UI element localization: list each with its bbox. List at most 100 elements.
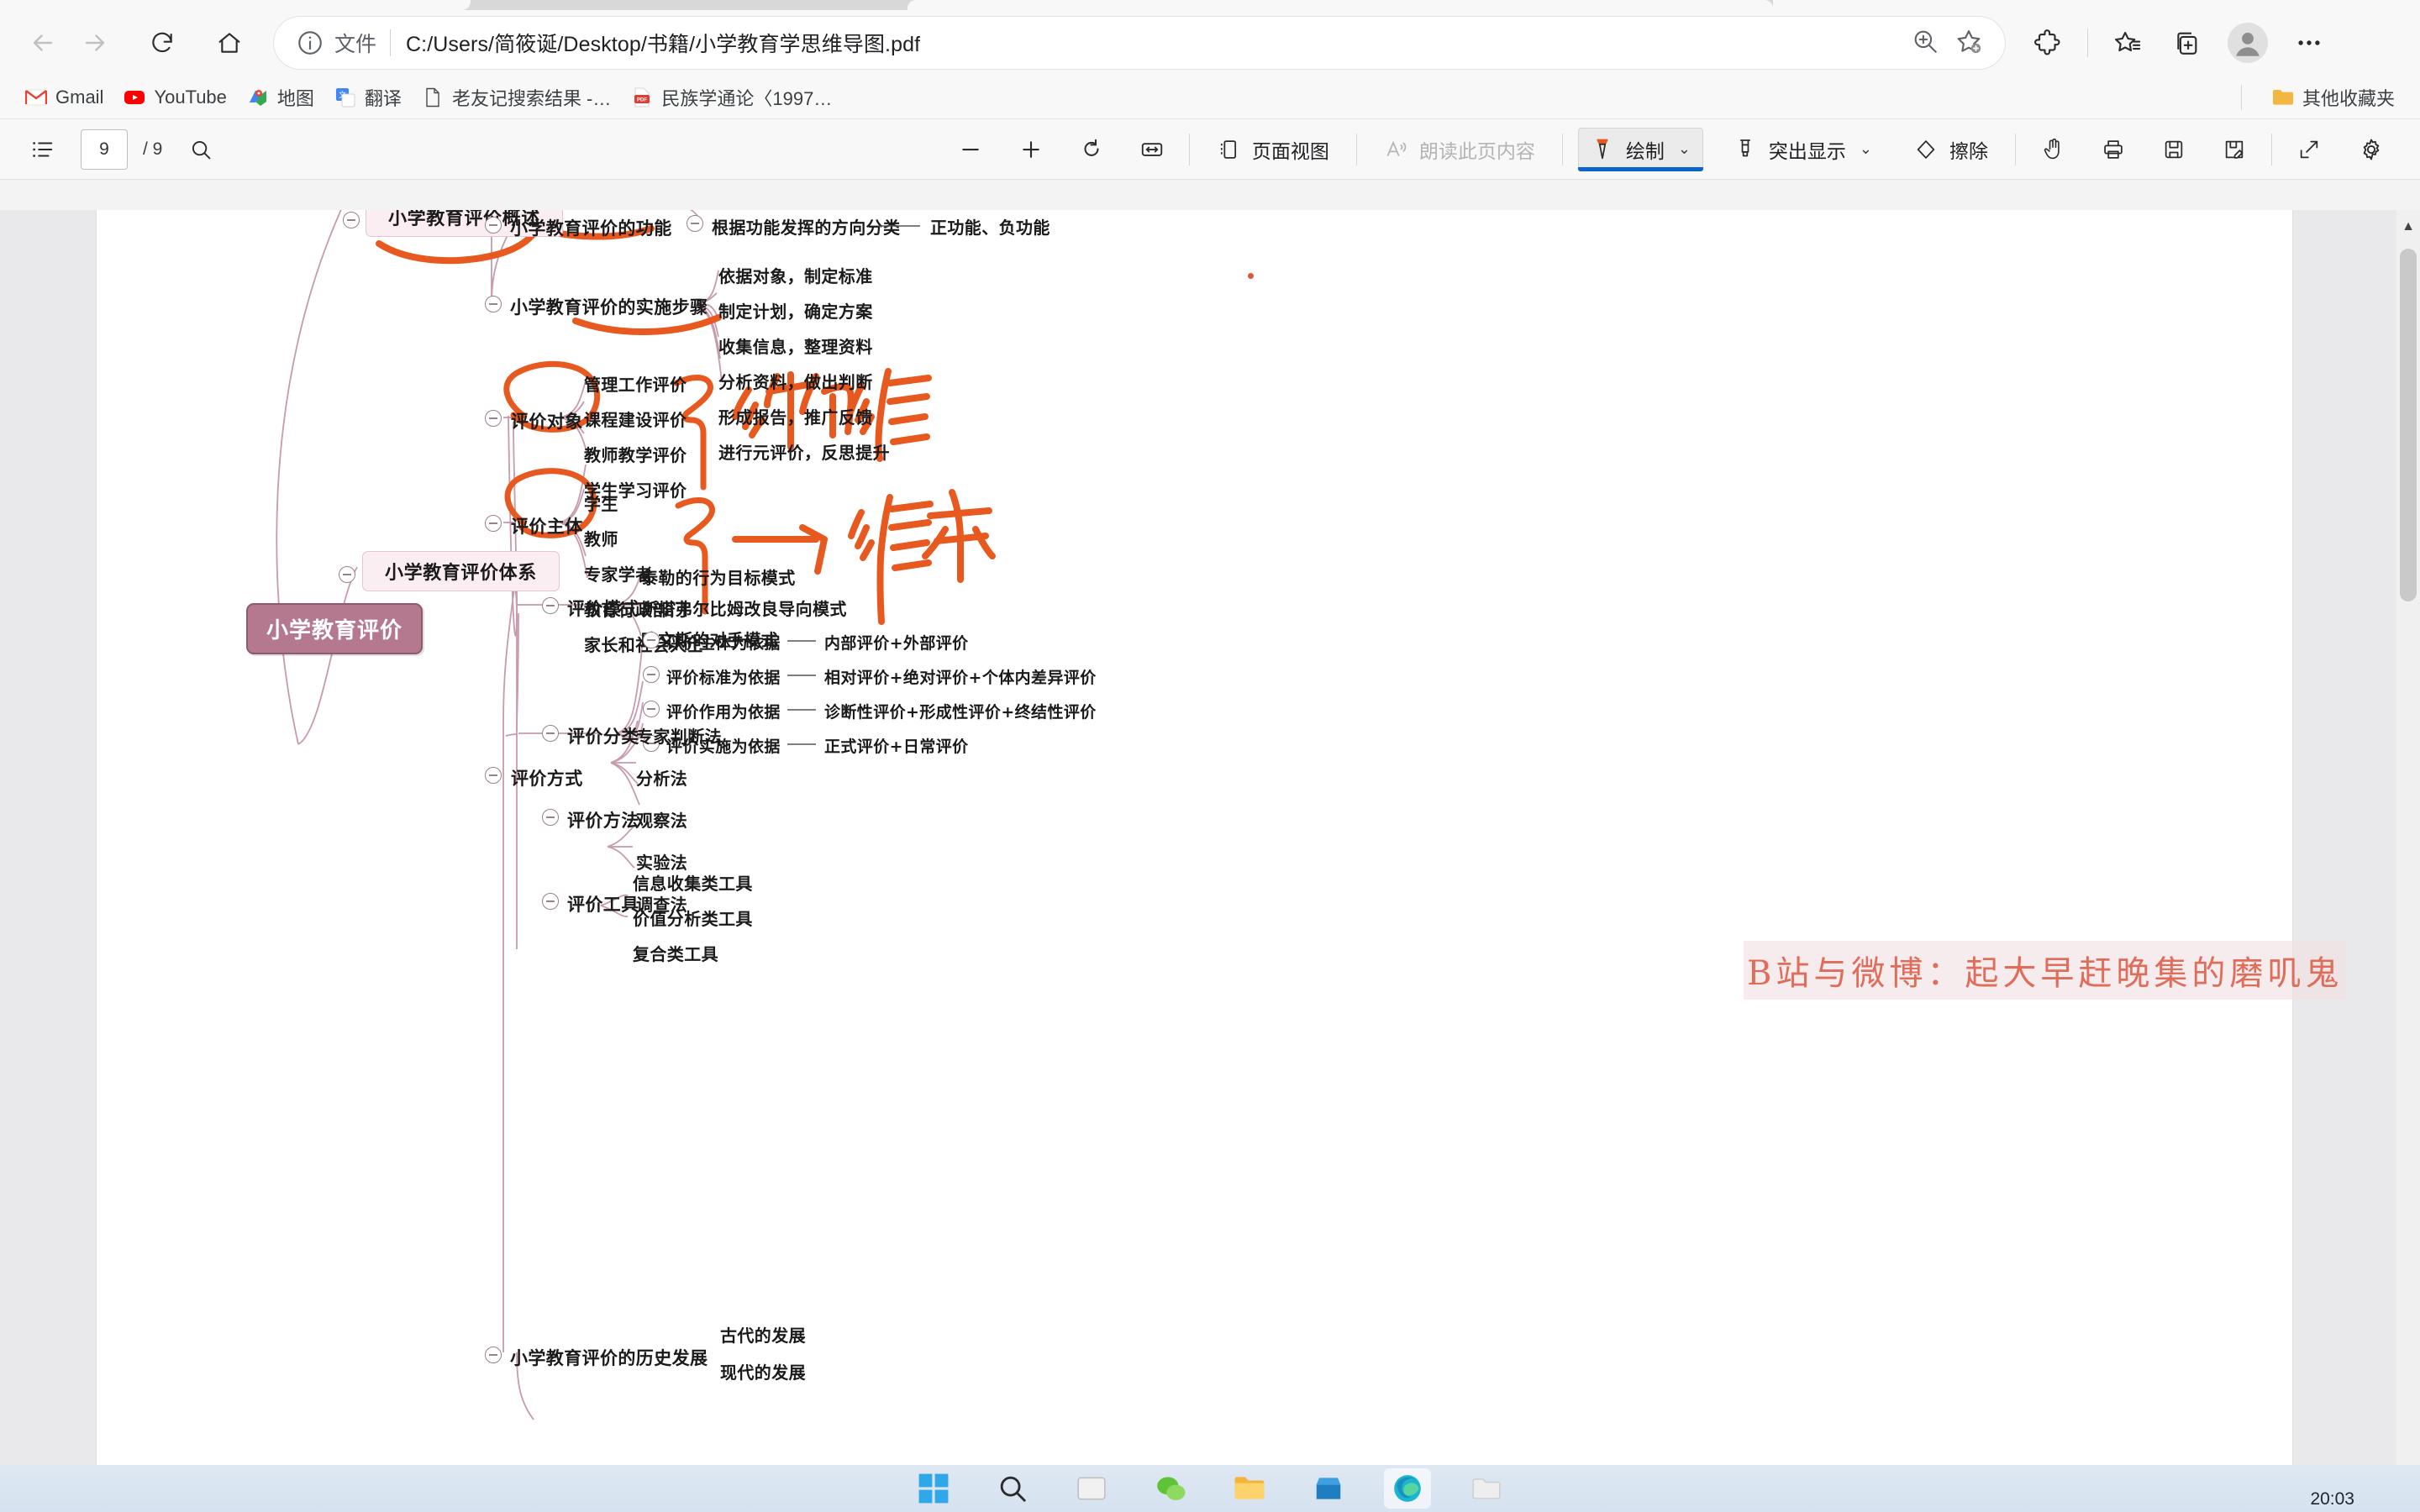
settings-and-more-icon[interactable] [2283,17,2335,69]
node-steps-item[interactable]: 形成报告，推广反馈 [718,404,873,428]
node-object-item[interactable]: 课程建设评价 [584,407,687,431]
toggle-object[interactable] [485,410,502,427]
bookmark-maps[interactable]: 地图 [237,80,324,115]
refresh-icon[interactable] [136,17,188,69]
tab-active[interactable] [908,0,1773,10]
node-steps-item[interactable]: 依据对象，制定标准 [718,263,873,287]
start-icon[interactable] [910,1468,957,1509]
toggle-classify-row[interactable] [643,666,660,683]
node-tool-item[interactable]: 信息收集类工具 [633,870,753,895]
pdf-settings-button[interactable] [2349,128,2393,171]
node-mode[interactable]: 评价模式 [567,596,639,621]
search-icon[interactable] [179,128,223,171]
zoom-in-icon[interactable] [1911,27,1939,60]
node-classify[interactable]: 评价分类 [567,723,639,748]
rotate-button[interactable] [1070,128,1113,171]
node-classify-value[interactable]: 相对评价+绝对评价+个体内差异评价 [824,665,1097,688]
node-method-item[interactable]: 专家判断法 [636,723,722,748]
node-function-leaf[interactable]: 正功能、负功能 [930,214,1050,239]
node-subject[interactable]: 评价主体 [511,513,583,538]
bookmark-youtube[interactable]: YouTube [113,82,236,113]
thumbnails-icon[interactable] [20,128,64,171]
node-object-item[interactable]: 教师教学评价 [584,442,687,466]
node-subject-item[interactable]: 学生 [584,491,618,515]
bookmark-other-folder[interactable]: 其他收藏夹 [2262,80,2405,115]
print-button[interactable] [2091,128,2135,171]
toggle-overview[interactable] [343,212,360,228]
toggle-function[interactable] [485,217,502,234]
node-history-item[interactable]: 现代的发展 [720,1359,806,1383]
save-button[interactable] [2152,128,2196,171]
node-method-item[interactable]: 分析法 [636,765,687,790]
taskbar-clock[interactable]: 20:03 [2310,1489,2354,1509]
erase-button[interactable]: 擦除 [1902,128,2000,171]
address-bar[interactable]: 文件 C:/Users/简筱诞/Desktop/书籍/小学教育学思维导图.pdf [274,17,2005,69]
fit-page-button[interactable] [1130,128,1174,171]
draw-button[interactable]: 绘制 ⌄ [1577,127,1704,171]
node-method-item[interactable]: 观察法 [636,807,687,832]
toggle-tool[interactable] [542,893,559,910]
node-subject-item[interactable]: 教师 [584,526,618,550]
node-classify-value[interactable]: 诊断性评价+形成性评价+终结性评价 [824,700,1097,722]
search-icon[interactable] [989,1468,1036,1509]
node-method[interactable]: 评价方法 [567,807,639,832]
node-system[interactable]: 小学教育评价体系 [362,551,560,591]
node-steps-item[interactable]: 收集信息，整理资料 [718,333,873,358]
node-history-item[interactable]: 古代的发展 [720,1322,806,1347]
bookmark-document[interactable]: 老友记搜索结果 -… [412,80,621,115]
node-function[interactable]: 小学教育评价的功能 [510,215,672,240]
chevron-down-icon-2[interactable]: ⌄ [1860,140,1872,158]
page-view-button[interactable]: 页面视图 [1205,128,1341,171]
highlight-button[interactable]: 突出显示 ⌄ [1722,128,1884,171]
node-classify-basis[interactable]: 评价主体为依据 [666,631,781,654]
node-classify-value[interactable]: 内部评价+外部评价 [824,631,969,654]
node-tool-item[interactable]: 价值分析类工具 [633,906,753,930]
bookmark-gmail[interactable]: Gmail [15,82,113,113]
file-explorer-icon[interactable] [1226,1468,1273,1509]
node-classify-basis[interactable]: 评价作用为依据 [666,700,781,722]
home-icon[interactable] [203,17,255,69]
node-root[interactable]: 小学教育评价 [246,603,424,654]
toggle-steps[interactable] [485,296,502,312]
toggle-way[interactable] [485,767,502,784]
node-mode-item[interactable]: 泰勒的行为目标模式 [641,564,796,589]
task-view-icon[interactable] [1068,1468,1115,1509]
node-tool-item[interactable]: 复合类工具 [633,941,718,965]
toggle-subject[interactable] [485,515,502,532]
bookmark-translate[interactable]: 文 翻译 [324,80,412,115]
save-as-button[interactable] [2212,128,2256,171]
extensions-icon[interactable] [2022,17,2074,69]
node-steps-item[interactable]: 进行元评价，反思提升 [718,439,890,464]
add-favorite-icon[interactable] [1954,27,1983,60]
forward-icon[interactable] [69,17,121,69]
node-steps-item[interactable]: 制定计划，确定方案 [718,298,873,323]
bookmark-pdf[interactable]: PDF 民族学通论〈1997… [621,80,842,115]
node-object[interactable]: 评价对象 [511,408,583,433]
collections-icon[interactable] [2160,17,2212,69]
node-object-item[interactable]: 管理工作评价 [584,371,687,396]
hand-tool-button[interactable] [2031,128,2075,171]
favorites-icon[interactable] [2102,17,2154,69]
page-number-input[interactable]: 9 [81,129,128,170]
node-steps[interactable]: 小学教育评价的实施步骤 [510,294,708,319]
site-info-icon[interactable] [296,29,324,57]
toggle-classify-row[interactable] [643,701,660,717]
edge-icon[interactable] [1384,1468,1431,1509]
read-aloud-button[interactable]: 朗读此页内容 [1372,128,1547,171]
toggle-method[interactable] [542,809,559,826]
node-classify-value[interactable]: 正式评价+日常评价 [824,734,969,757]
tab-left-edge[interactable] [0,0,471,10]
toggle-classify[interactable] [542,725,559,742]
fullscreen-button[interactable] [2287,128,2331,171]
toggle-system[interactable] [339,566,355,583]
vertical-scrollbar[interactable]: ▲ [2396,210,2420,1512]
pdf-viewer[interactable]: 小学教育评价概述 小学教育评价的功能 根据功能发挥的方向分类 正功能、负功能 小… [0,210,2420,1512]
scroll-up-arrow[interactable]: ▲ [2396,213,2420,240]
folder-icon[interactable] [1463,1468,1510,1509]
toggle-classify-row[interactable] [643,632,660,648]
wechat-icon[interactable] [1147,1468,1194,1509]
profile-avatar[interactable] [2228,23,2268,63]
node-function-child[interactable]: 根据功能发挥的方向分类 [712,214,900,239]
chevron-down-icon[interactable]: ⌄ [1678,140,1691,158]
node-mode-item[interactable]: 斯塔弗尔比姆改良导向模式 [641,596,847,620]
